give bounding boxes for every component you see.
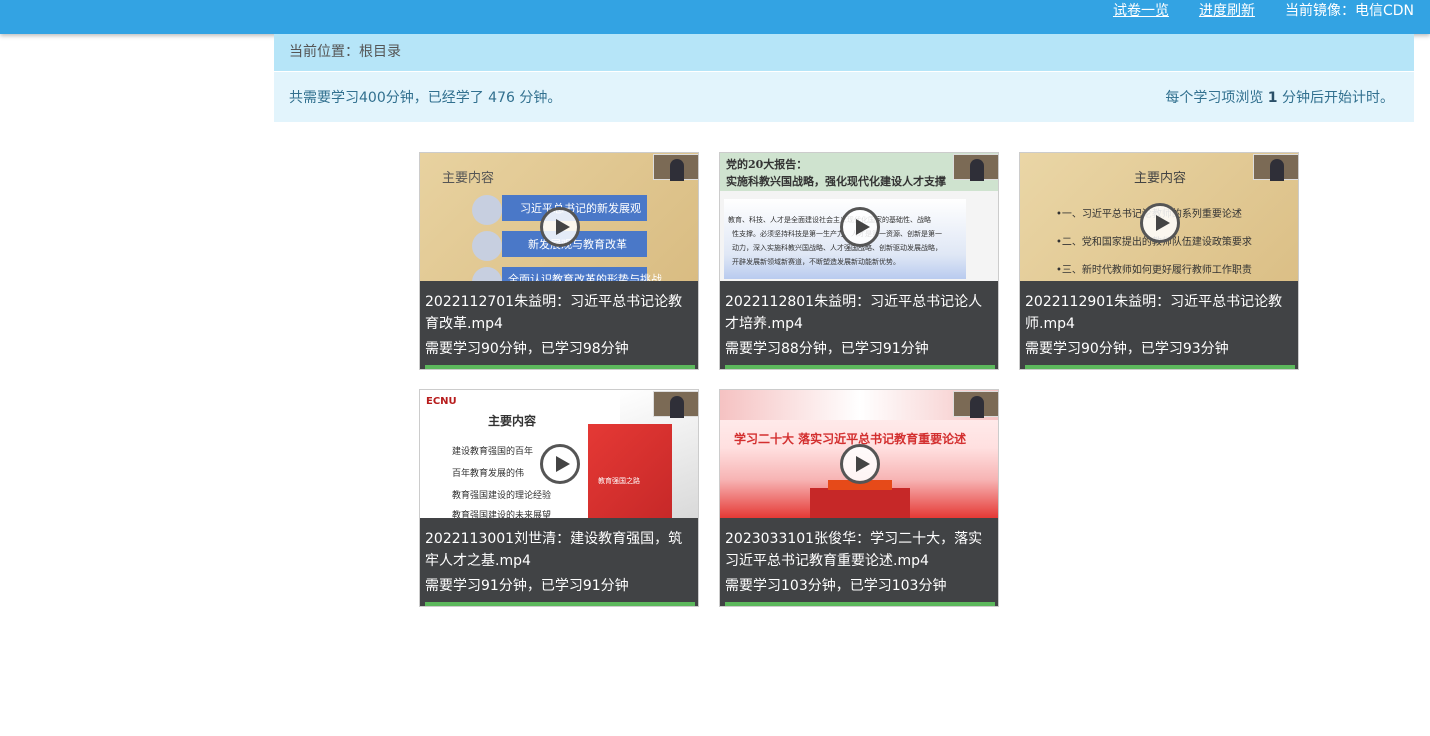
video-info: 2022112901朱益明：习近平总书记论教师.mp4 需要学习90分钟，已学习…: [1020, 281, 1298, 369]
play-icon[interactable]: [540, 444, 580, 484]
webcam-inset: [1253, 154, 1298, 181]
study-summary-bar: 共需要学习400分钟，已经学了 476 分钟。 每个学习项浏览 1 分钟后开始计…: [274, 72, 1414, 122]
video-card[interactable]: 党的20大报告： 实施科教兴国战略，强化现代化建设人才支撑 教育、科技、人才是全…: [719, 152, 999, 370]
progress-bar: [725, 602, 995, 606]
video-thumbnail: 党的20大报告： 实施科教兴国战略，强化现代化建设人才支撑 教育、科技、人才是全…: [720, 153, 998, 281]
video-card[interactable]: 主要内容 习近平总书记的新发展观 新发展观与教育改革 全面认识教育改革的形势与挑…: [419, 152, 699, 370]
progress-bar: [425, 602, 695, 606]
video-study-stat: 需要学习90分钟，已学习98分钟: [425, 341, 629, 357]
exam-overview-link[interactable]: 试卷一览: [1113, 0, 1169, 20]
video-thumbnail: 主要内容 •一、习近平总书记论教师的系列重要论述 •二、党和国家提出的教师队伍建…: [1020, 153, 1298, 281]
play-icon[interactable]: [1140, 203, 1180, 243]
progress-refresh-link[interactable]: 进度刷新: [1199, 0, 1255, 20]
play-icon[interactable]: [840, 207, 880, 247]
top-bar: 试卷一览 进度刷新 当前镜像：电信CDN: [0, 0, 1430, 34]
play-icon[interactable]: [840, 444, 880, 484]
webcam-inset: [953, 154, 998, 181]
video-title: 2023033101张俊华：学习二十大，落实习近平总书记教育重要论述.mp4: [725, 531, 983, 569]
play-icon[interactable]: [540, 207, 580, 247]
video-thumbnail: ECNU 主要内容 建设教育强国的百年 百年教育发展的伟 教育强国建设的理论经验…: [420, 390, 698, 518]
progress-bar: [1025, 365, 1295, 369]
progress-bar: [425, 365, 695, 369]
video-title: 2022112701朱益明：习近平总书记论教育改革.mp4: [425, 294, 683, 332]
video-study-stat: 需要学习90分钟，已学习93分钟: [1025, 341, 1229, 357]
video-title: 2022113001刘世清：建设教育强国，筑牢人才之基.mp4: [425, 531, 683, 569]
video-title: 2022112801朱益明：习近平总书记论人才培养.mp4: [725, 294, 983, 332]
video-thumbnail: 学习二十大 落实习近平总书记教育重要论述: [720, 390, 998, 518]
video-study-stat: 需要学习91分钟，已学习91分钟: [425, 578, 629, 594]
webcam-inset: [953, 391, 998, 418]
video-card[interactable]: ECNU 主要内容 建设教育强国的百年 百年教育发展的伟 教育强国建设的理论经验…: [419, 389, 699, 607]
video-card[interactable]: 学习二十大 落实习近平总书记教育重要论述 2023033101张俊华：学习二十大…: [719, 389, 999, 607]
video-study-stat: 需要学习88分钟，已学习91分钟: [725, 341, 929, 357]
book-cover-image: 教育强国之路: [588, 424, 672, 518]
ecnu-logo: ECNU: [426, 396, 457, 407]
video-study-stat: 需要学习103分钟，已学习103分钟: [725, 578, 947, 594]
timer-rule-text: 每个学习项浏览 1 分钟后开始计时。: [1165, 90, 1394, 106]
video-info: 2022112801朱益明：习近平总书记论人才培养.mp4 需要学习88分钟，已…: [720, 281, 998, 369]
video-info: 2023033101张俊华：学习二十大，落实习近平总书记教育重要论述.mp4 需…: [720, 518, 998, 606]
video-info: 2022112701朱益明：习近平总书记论教育改革.mp4 需要学习90分钟，已…: [420, 281, 698, 369]
progress-bar: [725, 365, 995, 369]
current-mirror-label: 当前镜像：电信CDN: [1284, 3, 1414, 19]
video-title: 2022112901朱益明：习近平总书记论教师.mp4: [1025, 294, 1283, 332]
webcam-inset: [653, 391, 698, 418]
video-info: 2022113001刘世清：建设教育强国，筑牢人才之基.mp4 需要学习91分钟…: [420, 518, 698, 606]
webcam-inset: [653, 154, 698, 181]
video-thumbnail: 主要内容 习近平总书记的新发展观 新发展观与教育改革 全面认识教育改革的形势与挑…: [420, 153, 698, 281]
header-links: 试卷一览 进度刷新 当前镜像：电信CDN: [1113, 0, 1414, 20]
video-card[interactable]: 主要内容 •一、习近平总书记论教师的系列重要论述 •二、党和国家提出的教师队伍建…: [1019, 152, 1299, 370]
study-total-text: 共需要学习400分钟，已经学了 476 分钟。: [289, 90, 562, 106]
breadcrumb: 当前位置：根目录: [274, 34, 1414, 71]
